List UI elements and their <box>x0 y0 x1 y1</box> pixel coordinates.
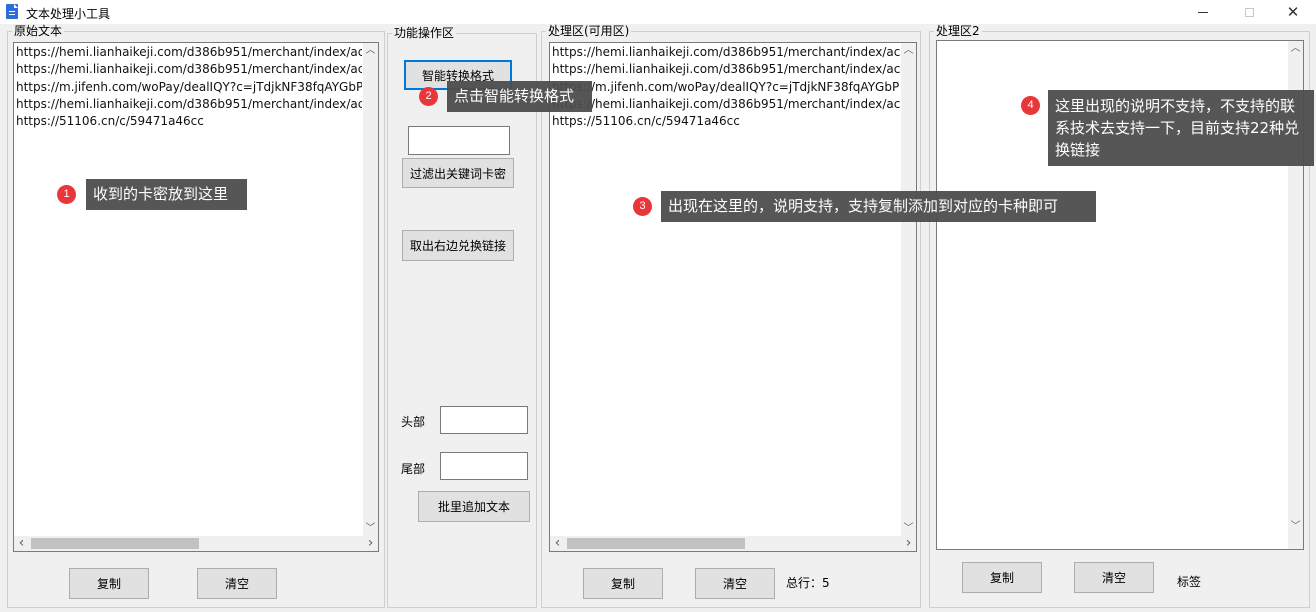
annotation-callout-3: 出现在这里的，说明支持，支持复制添加到对应的卡种即可 <box>661 191 1096 222</box>
scroll-up-icon[interactable]: ︿ <box>363 43 378 58</box>
scroll-left-icon[interactable]: ‹ <box>550 536 565 551</box>
original-text-lines: https://hemi.lianhaikeji.com/d386b951/me… <box>16 44 362 130</box>
scroll-down-icon[interactable]: ﹀ <box>363 521 378 536</box>
document-icon <box>6 4 18 19</box>
scroll-right-icon[interactable]: › <box>363 536 378 551</box>
head-label: 头部 <box>401 415 426 429</box>
copy-original-button[interactable]: 复制 <box>69 568 149 599</box>
head-input[interactable] <box>440 406 528 434</box>
scroll-right-icon[interactable]: › <box>901 536 916 551</box>
text-line: https://hemi.lianhaikeji.com/d386b951/me… <box>16 62 362 77</box>
vertical-scrollbar[interactable]: ︿ ﹀ <box>901 43 916 536</box>
scroll-down-icon[interactable]: ﹀ <box>901 521 916 536</box>
tail-input[interactable] <box>440 452 528 480</box>
text-line: https://hemi.lianhaikeji.com/d386b951/me… <box>16 96 362 111</box>
text-line: https://51106.cn/c/59471a46cc <box>16 114 204 129</box>
batch-append-button[interactable]: 批里追加文本 <box>418 491 530 522</box>
clear-process-button[interactable]: 清空 <box>695 568 775 599</box>
text-line: https://hemi.lianhaikeji.com/d386b951/me… <box>552 62 900 77</box>
filter-keyword-button[interactable]: 过滤出关键词卡密 <box>402 158 514 188</box>
window-title: 文本处理小工具 <box>26 7 111 21</box>
annotation-callout-2: 点击智能转换格式 <box>447 81 592 112</box>
title-bar: 文本处理小工具 ✕ <box>0 0 1316 24</box>
text-line: https://51106.cn/c/59471a46cc <box>552 114 740 129</box>
text-line: https://m.jifenh.com/woPay/dealIQY?c=jTd… <box>552 79 900 94</box>
process2-label: 处理区2 <box>934 24 982 38</box>
text-line: https://hemi.lianhaikeji.com/d386b951/me… <box>552 45 900 59</box>
scroll-down-icon[interactable]: ﹀ <box>1288 519 1303 534</box>
text-line: https://hemi.lianhaikeji.com/d386b951/me… <box>552 96 900 111</box>
maximize-icon <box>1244 7 1254 17</box>
vertical-scrollbar[interactable]: ︿ ﹀ <box>363 43 378 536</box>
minimize-button[interactable] <box>1180 0 1226 24</box>
clear-original-button[interactable]: 清空 <box>197 568 277 599</box>
process-text-lines: https://hemi.lianhaikeji.com/d386b951/me… <box>552 44 900 130</box>
horizontal-scrollbar[interactable]: ‹ › <box>14 536 378 551</box>
operations-label: 功能操作区 <box>392 26 457 40</box>
horizontal-scrollbar[interactable]: ‹ › <box>550 536 916 551</box>
horizontal-scroll-thumb[interactable] <box>567 538 745 549</box>
annotation-badge-1: 1 <box>57 185 76 204</box>
scroll-up-icon[interactable]: ︿ <box>1288 41 1303 56</box>
minimize-icon <box>1198 11 1208 13</box>
process-text-area[interactable]: https://hemi.lianhaikeji.com/d386b951/me… <box>549 42 917 552</box>
keyword-input[interactable] <box>408 126 510 155</box>
scroll-left-icon[interactable]: ‹ <box>14 536 29 551</box>
close-icon: ✕ <box>1286 2 1300 21</box>
horizontal-scroll-thumb[interactable] <box>31 538 199 549</box>
total-lines-label: 总行：5 <box>786 576 830 590</box>
maximize-button[interactable] <box>1226 0 1272 24</box>
tail-label: 尾部 <box>401 462 426 476</box>
annotation-badge-3: 3 <box>633 197 652 216</box>
close-button[interactable]: ✕ <box>1270 0 1316 24</box>
clear-process2-button[interactable]: 清空 <box>1074 562 1154 593</box>
copy-process-button[interactable]: 复制 <box>583 568 663 599</box>
annotation-callout-1: 收到的卡密放到这里 <box>86 179 247 210</box>
process-label: 处理区(可用区) <box>546 24 632 38</box>
text-line: https://hemi.lianhaikeji.com/d386b951/me… <box>16 45 362 59</box>
original-text-label: 原始文本 <box>12 24 65 38</box>
extract-links-button[interactable]: 取出右边兑换链接 <box>402 230 514 261</box>
annotation-badge-2: 2 <box>419 87 438 106</box>
annotation-badge-4: 4 <box>1021 96 1040 115</box>
tag-label: 标签 <box>1177 575 1202 589</box>
original-text-area[interactable]: https://hemi.lianhaikeji.com/d386b951/me… <box>13 42 379 552</box>
copy-process2-button[interactable]: 复制 <box>962 562 1042 593</box>
text-line: https://m.jifenh.com/woPay/dealIQY?c=jTd… <box>16 79 362 94</box>
annotation-callout-4: 这里出现的说明不支持，不支持的联系技术去支持一下，目前支持22种兑换链接 <box>1048 90 1314 166</box>
scroll-up-icon[interactable]: ︿ <box>901 43 916 58</box>
